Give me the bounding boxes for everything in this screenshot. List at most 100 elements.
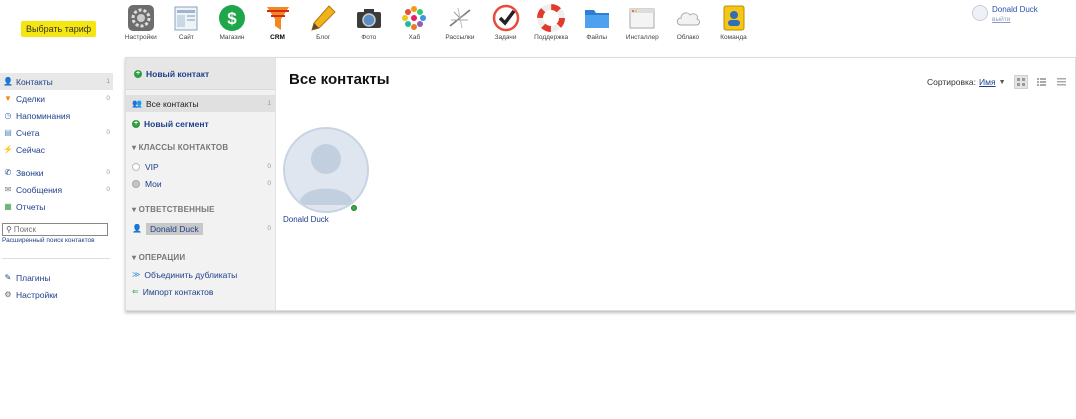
- view-grid-button[interactable]: [1014, 75, 1028, 89]
- app-installer[interactable]: Инсталлер: [620, 3, 666, 41]
- user-menu[interactable]: Donald Duck выйти: [972, 5, 1038, 23]
- responsible-item[interactable]: 👤 Donald Duck 0: [126, 220, 275, 237]
- contact-classes-heading[interactable]: ▾ КЛАССЫ КОНТАКТОВ: [126, 141, 275, 153]
- nav-item-calls[interactable]: ✆ Звонки 0: [0, 164, 113, 181]
- logout-link[interactable]: выйти: [992, 16, 1038, 23]
- nav-item-deals[interactable]: ▼ Сделки 0: [0, 90, 113, 107]
- responsible-label: Donald Duck: [145, 222, 203, 235]
- responsible-count: 0: [267, 225, 271, 232]
- nav-label: Плагины: [16, 272, 51, 283]
- new-segment-button[interactable]: + Новый сегмент: [126, 115, 275, 132]
- import-arrow-icon: ⇐: [132, 287, 139, 296]
- plus-icon: +: [134, 69, 142, 78]
- nav-item-plugins[interactable]: ✎ Плагины: [0, 269, 113, 286]
- app-team[interactable]: Команда: [711, 3, 757, 41]
- page-title: Все контакты: [289, 71, 390, 88]
- nav-item-reports[interactable]: ▦ Отчеты: [0, 198, 113, 215]
- import-contacts-link[interactable]: ⇐ Импорт контактов: [126, 283, 275, 300]
- search-icon: ⚲: [6, 225, 12, 234]
- responsible-heading[interactable]: ▾ ОТВЕТСТВЕННЫЕ: [126, 203, 275, 215]
- settings-gear-icon: ⚙: [4, 290, 12, 299]
- all-contacts-item[interactable]: 👥 Все контакты 1: [126, 95, 275, 112]
- sort-value[interactable]: Имя: [979, 77, 996, 87]
- left-navigation: 👤 Контакты 1 ▼ Сделки 0 ◷ Напоминания ▤ …: [0, 73, 113, 303]
- nav-label: Счета: [16, 127, 40, 138]
- grid-icon: [1017, 78, 1025, 86]
- class-label: VIP: [145, 161, 159, 172]
- sidebar-header: + Новый контакт: [126, 58, 275, 90]
- nav-count: 0: [106, 129, 110, 136]
- crm-funnel-icon: [263, 3, 293, 33]
- cloud-icon: [673, 3, 703, 33]
- class-item-vip[interactable]: VIP 0: [126, 158, 275, 175]
- app-hub[interactable]: Хаб: [392, 3, 438, 41]
- nav-item-invoices[interactable]: ▤ Счета 0: [0, 124, 113, 141]
- app-blog[interactable]: Блог: [300, 3, 346, 41]
- app-launcher: Настройки Сайт $ Магазин CRM Блог Фото Х…: [118, 3, 756, 41]
- lightning-icon: ⚡: [3, 145, 13, 154]
- nav-item-messages[interactable]: ✉ Сообщения 0: [0, 181, 113, 198]
- app-label: Файлы: [586, 34, 608, 41]
- app-mailer[interactable]: Рассылки: [437, 3, 483, 41]
- contact-name[interactable]: Donald Duck: [283, 215, 373, 224]
- choose-tariff-button[interactable]: Выбрать тариф: [21, 21, 97, 37]
- gear-icon: [126, 3, 156, 33]
- thumb-list-icon: [1036, 78, 1046, 86]
- app-shop[interactable]: $ Магазин: [209, 3, 255, 41]
- user-name[interactable]: Donald Duck: [992, 5, 1038, 14]
- operations-heading[interactable]: ▾ ОПЕРАЦИИ: [126, 251, 275, 263]
- app-settings[interactable]: Настройки: [118, 3, 164, 41]
- app-photo[interactable]: Фото: [346, 3, 392, 41]
- merge-arrows-icon: ≫: [132, 270, 141, 279]
- lifebuoy-icon: [536, 3, 566, 33]
- class-color-dot: [132, 162, 140, 171]
- contact-avatar[interactable]: [283, 127, 369, 213]
- app-label: Рассылки: [445, 34, 475, 41]
- team-icon: [719, 3, 749, 33]
- class-count: 0: [267, 180, 271, 187]
- nav-label: Сообщения: [16, 184, 63, 195]
- chevron-down-icon: ▼: [998, 78, 1006, 86]
- crm-panel: + Новый контакт 👥 Все контакты 1 + Новый…: [125, 57, 1076, 311]
- class-count: 0: [267, 163, 271, 170]
- nav-count: 0: [106, 169, 110, 176]
- nav-label: Контакты: [16, 76, 53, 87]
- nav-item-contacts[interactable]: 👤 Контакты 1: [0, 73, 113, 90]
- all-contacts-count: 1: [267, 100, 271, 107]
- nav-item-now[interactable]: ⚡ Сейчас: [0, 141, 113, 158]
- app-cloud[interactable]: Облако: [665, 3, 711, 41]
- class-item-mine[interactable]: Мои 0: [126, 175, 275, 192]
- user-avatar: [972, 5, 988, 21]
- advanced-search-link[interactable]: Расширенный поиск контактов: [0, 237, 113, 244]
- app-files[interactable]: Файлы: [574, 3, 620, 41]
- view-list-button[interactable]: [1054, 75, 1068, 89]
- hub-icon: [399, 3, 429, 33]
- svg-text:$: $: [227, 9, 237, 28]
- nav-item-settings[interactable]: ⚙ Настройки: [0, 286, 113, 303]
- app-support[interactable]: Поддержка: [528, 3, 574, 41]
- reports-icon: ▦: [4, 202, 12, 211]
- app-crm[interactable]: CRM: [255, 3, 301, 41]
- new-contact-button[interactable]: + Новый контакт: [134, 69, 209, 79]
- search-input[interactable]: [13, 225, 104, 234]
- contact-search-box[interactable]: ⚲: [2, 223, 108, 236]
- nav-count: 0: [106, 95, 110, 102]
- contacts-icon: 👤: [3, 77, 13, 86]
- nav-item-reminders[interactable]: ◷ Напоминания: [0, 107, 113, 124]
- contact-card[interactable]: Donald Duck: [283, 127, 373, 224]
- view-thumbnail-list-button[interactable]: [1034, 75, 1048, 89]
- folder-icon: [582, 3, 612, 33]
- sort-control[interactable]: Сортировка: Имя ▼: [927, 77, 1006, 87]
- all-contacts-label: Все контакты: [145, 98, 199, 109]
- list-icon: [1056, 78, 1066, 86]
- app-tasks[interactable]: Задачи: [483, 3, 529, 41]
- app-label: Настройки: [124, 34, 157, 41]
- app-site[interactable]: Сайт: [164, 3, 210, 41]
- operation-label: Объединить дубликаты: [144, 269, 238, 280]
- merge-duplicates-link[interactable]: ≫ Объединить дубликаты: [126, 266, 275, 283]
- shop-icon: $: [217, 3, 247, 33]
- nav-label: Настройки: [16, 289, 58, 300]
- nav-count: 1: [106, 78, 110, 85]
- app-label: Сайт: [178, 34, 194, 41]
- group-icon: 👥: [132, 99, 142, 108]
